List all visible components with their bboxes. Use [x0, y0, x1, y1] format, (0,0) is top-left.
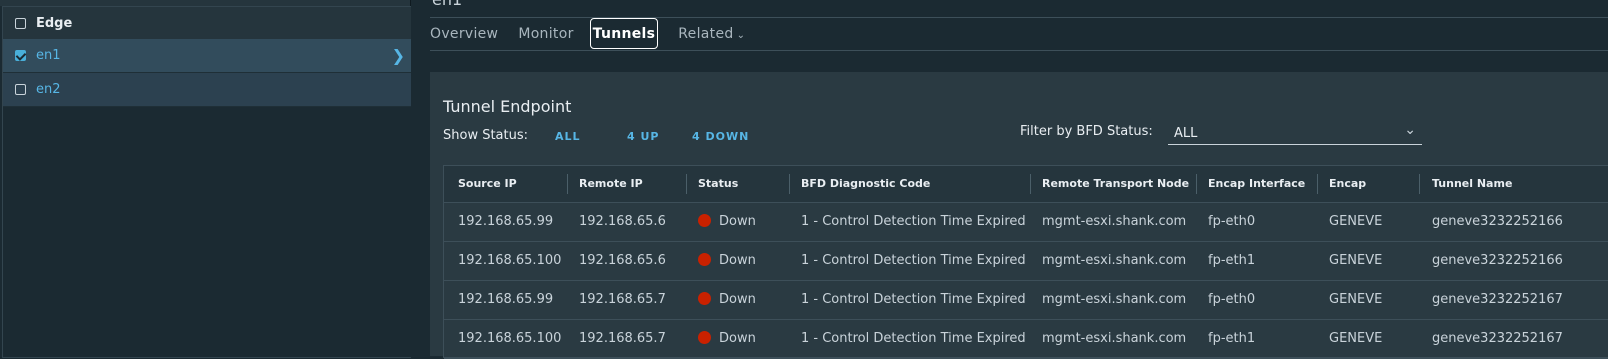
cell-remote-ip: 192.168.65.7: [579, 292, 666, 307]
cell-encap: GENEVE: [1329, 214, 1383, 229]
col-encap[interactable]: Encap: [1329, 166, 1366, 202]
column-separator[interactable]: [1419, 174, 1420, 194]
cell-source-ip: 192.168.65.100: [458, 331, 562, 346]
cell-bfd-code: 1 - Control Detection Time Expired: [801, 331, 1026, 346]
edge-link-en2[interactable]: en2: [36, 82, 61, 97]
tab-tunnels[interactable]: Tunnels: [589, 18, 659, 49]
cell-status: Down: [698, 281, 756, 319]
select-all-checkbox[interactable]: [15, 17, 26, 29]
status-down-icon: [698, 214, 711, 227]
cell-source-ip: 192.168.65.99: [458, 292, 554, 307]
column-separator[interactable]: [1030, 174, 1031, 194]
cell-tunnel-name: geneve3232252167: [1432, 331, 1563, 346]
edge-row-en1[interactable]: en1 ❯: [3, 39, 411, 73]
cell-status: Down: [698, 320, 756, 358]
column-separator[interactable]: [1196, 174, 1197, 194]
row-checkbox-en2[interactable]: [15, 84, 26, 95]
status-up-button[interactable]: 4 UP: [627, 130, 659, 143]
status-down-icon: [698, 331, 711, 344]
edge-grid-header: Edge: [3, 7, 411, 40]
cell-source-ip: 192.168.65.100: [458, 253, 562, 268]
cell-bfd-code: 1 - Control Detection Time Expired: [801, 253, 1026, 268]
col-source-ip[interactable]: Source IP: [458, 166, 517, 202]
cell-bfd-code: 1 - Control Detection Time Expired: [801, 214, 1026, 229]
table-row[interactable]: 192.168.65.100 192.168.65.6 Down 1 - Con…: [444, 242, 1608, 281]
chevron-down-icon: ⌄: [1404, 122, 1416, 138]
tunnel-endpoint-title: Tunnel Endpoint: [443, 97, 572, 116]
cell-bfd-code: 1 - Control Detection Time Expired: [801, 292, 1026, 307]
cell-remote-transport-node: mgmt-esxi.shank.com: [1042, 214, 1187, 229]
cell-encap-interface: fp-eth1: [1208, 253, 1256, 268]
chevron-right-icon[interactable]: ❯: [392, 46, 405, 65]
column-separator[interactable]: [686, 174, 687, 194]
col-encap-interface[interactable]: Encap Interface: [1208, 166, 1305, 202]
cell-encap-interface: fp-eth1: [1208, 331, 1256, 346]
cell-tunnel-name: geneve3232252166: [1432, 214, 1563, 229]
bfd-status-value: ALL: [1174, 126, 1198, 141]
cell-remote-transport-node: mgmt-esxi.shank.com: [1042, 253, 1187, 268]
cell-source-ip: 192.168.65.99: [458, 214, 554, 229]
edge-link-en1[interactable]: en1: [36, 48, 61, 63]
cell-tunnel-name: geneve3232252166: [1432, 253, 1563, 268]
cell-remote-transport-node: mgmt-esxi.shank.com: [1042, 331, 1187, 346]
row-checkbox-en1[interactable]: [15, 50, 26, 61]
status-text: Down: [719, 292, 756, 307]
table-row[interactable]: 192.168.65.99 192.168.65.6 Down 1 - Cont…: [444, 203, 1608, 242]
cell-remote-ip: 192.168.65.6: [579, 214, 666, 229]
cell-status: Down: [698, 203, 756, 241]
cell-encap: GENEVE: [1329, 331, 1383, 346]
table-row[interactable]: 192.168.65.99 192.168.65.7 Down 1 - Cont…: [444, 281, 1608, 320]
cell-encap-interface: fp-eth0: [1208, 214, 1256, 229]
col-tunnel-name[interactable]: Tunnel Name: [1432, 166, 1512, 202]
cell-status: Down: [698, 242, 756, 280]
column-separator[interactable]: [567, 174, 568, 194]
tab-related[interactable]: Related ⌄: [678, 26, 745, 42]
tabs-divider-bottom: [430, 50, 1608, 51]
bfd-status-select[interactable]: ALL ⌄: [1168, 122, 1422, 145]
cell-remote-transport-node: mgmt-esxi.shank.com: [1042, 292, 1187, 307]
bfd-filter-label: Filter by BFD Status:: [1020, 124, 1153, 139]
cell-encap-interface: fp-eth0: [1208, 292, 1256, 307]
status-down-icon: [698, 292, 711, 305]
column-separator[interactable]: [789, 174, 790, 194]
cell-remote-ip: 192.168.65.6: [579, 253, 666, 268]
edge-column-header: Edge: [36, 15, 73, 31]
edge-row-en2[interactable]: en2: [3, 73, 411, 107]
table-row[interactable]: 192.168.65.100 192.168.65.7 Down 1 - Con…: [444, 320, 1608, 359]
edge-datagrid: Edge en1 ❯ en2: [2, 6, 411, 358]
tab-bar: Overview Monitor Tunnels Related ⌄: [430, 16, 765, 51]
cell-remote-ip: 192.168.65.7: [579, 331, 666, 346]
tab-monitor[interactable]: Monitor: [518, 26, 573, 42]
col-bfd-code[interactable]: BFD Diagnostic Code: [801, 166, 930, 202]
col-remote-transport-node[interactable]: Remote Transport Node: [1042, 166, 1189, 202]
cell-encap: GENEVE: [1329, 253, 1383, 268]
status-all-button[interactable]: ALL: [555, 130, 581, 143]
show-status-label: Show Status:: [443, 128, 529, 143]
tab-overview[interactable]: Overview: [430, 26, 498, 42]
tunnels-table: Source IP Remote IP Status BFD Diagnosti…: [443, 165, 1608, 359]
cell-tunnel-name: geneve3232252167: [1432, 292, 1563, 307]
cell-encap: GENEVE: [1329, 292, 1383, 307]
tab-related-label: Related: [678, 25, 734, 42]
column-separator[interactable]: [1317, 174, 1318, 194]
page-title: en1: [432, 0, 462, 9]
chevron-down-icon: ⌄: [736, 29, 746, 41]
status-text: Down: [719, 331, 756, 346]
edge-list-panel: Edge en1 ❯ en2: [0, 0, 411, 358]
status-text: Down: [719, 253, 756, 268]
status-down-icon: [698, 253, 711, 266]
status-down-button[interactable]: 4 DOWN: [692, 130, 749, 143]
status-text: Down: [719, 214, 756, 229]
col-remote-ip[interactable]: Remote IP: [579, 166, 643, 202]
col-status[interactable]: Status: [698, 166, 738, 202]
